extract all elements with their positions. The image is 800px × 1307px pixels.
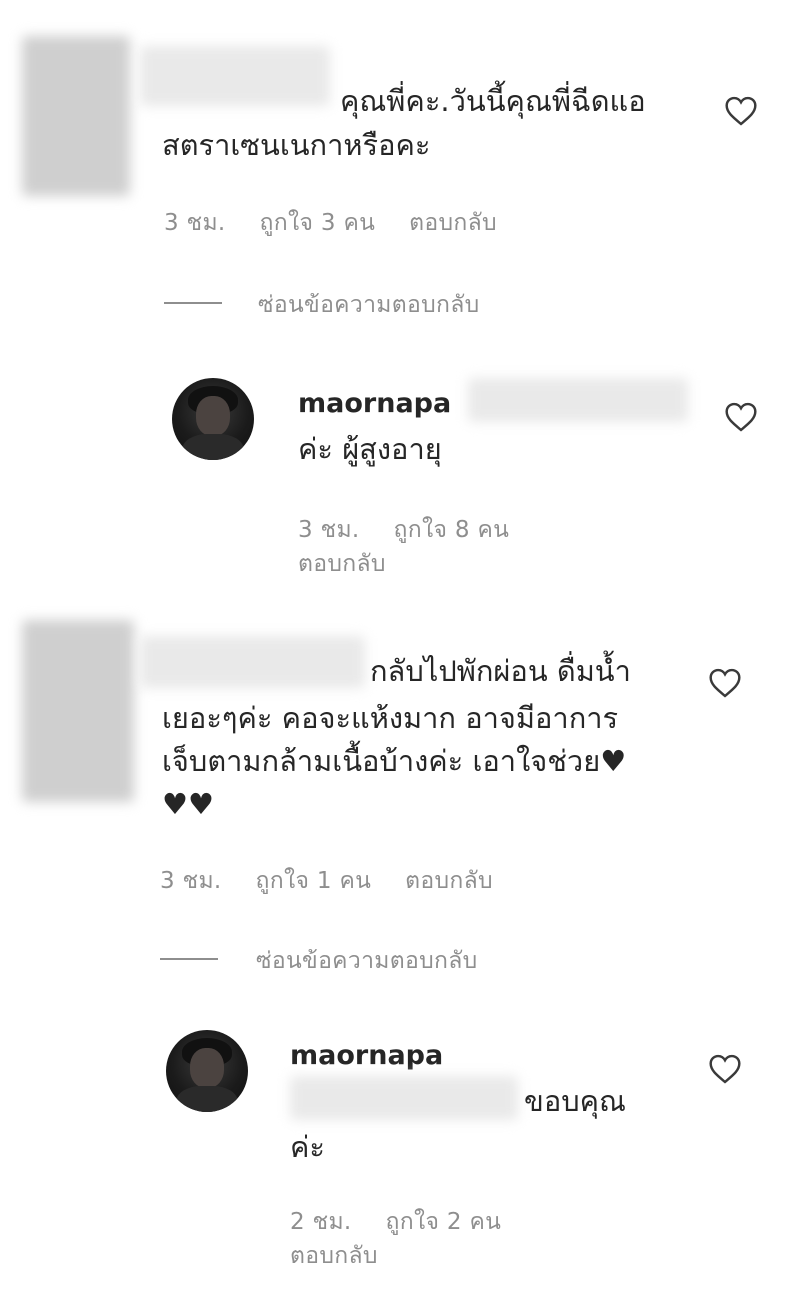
blurred-username: [140, 46, 330, 106]
blurred-mention: [468, 378, 688, 422]
reply-text-line: ค่ะ: [290, 1130, 325, 1164]
reply-username[interactable]: maornapa: [298, 388, 451, 419]
reply-meta: 2 ชม. ถูกใจ 2 คน: [290, 1204, 535, 1240]
comment-meta: 3 ชม. ถูกใจ 1 คน ตอบกลับ: [160, 863, 527, 899]
reply-button[interactable]: ตอบกลับ: [409, 210, 497, 236]
avatar[interactable]: [172, 378, 254, 460]
blurred-avatar: [22, 620, 134, 802]
comment-meta: 3 ชม. ถูกใจ 3 คน ตอบกลับ: [164, 205, 531, 241]
blurred-avatar: [22, 36, 130, 196]
reply-time: 3 ชม.: [298, 517, 360, 543]
blurred-username: [140, 636, 365, 688]
likes-count[interactable]: ถูกใจ 3 คน: [260, 210, 376, 236]
reply-time: 2 ชม.: [290, 1209, 352, 1235]
reply-text-line: ขอบคุณ: [524, 1084, 626, 1118]
reply-button[interactable]: ตอบกลับ: [405, 868, 493, 894]
blurred-mention: [290, 1076, 518, 1120]
likes-count[interactable]: ถูกใจ 1 คน: [256, 868, 372, 894]
likes-count[interactable]: ถูกใจ 8 คน: [394, 517, 510, 543]
comment-text-line: คุณพี่คะ.วันนี้คุณพี่ฉีดแอ: [340, 84, 646, 118]
avatar[interactable]: [166, 1030, 248, 1112]
comment-text-line: กลับไปพักผ่อน ดื่มน้ำ: [370, 654, 631, 688]
heart-outline-icon[interactable]: [724, 96, 758, 126]
comment-time: 3 ชม.: [160, 868, 222, 894]
hide-replies-button[interactable]: ซ่อนข้อความตอบกลับ: [256, 943, 478, 979]
comment-text-line: ♥♥: [162, 787, 214, 821]
hide-replies-line: [164, 302, 222, 304]
heart-outline-icon[interactable]: [708, 668, 742, 698]
reply-username[interactable]: maornapa: [290, 1040, 443, 1071]
comment-time: 3 ชม.: [164, 210, 226, 236]
reply-meta: 3 ชม. ถูกใจ 8 คน: [298, 512, 543, 548]
heart-outline-icon[interactable]: [708, 1054, 742, 1084]
hide-replies-line: [160, 958, 218, 960]
reply-button[interactable]: ตอบกลับ: [298, 546, 386, 582]
comment-text-line: สตราเซนเนกาหรือคะ: [162, 128, 431, 162]
heart-outline-icon[interactable]: [724, 402, 758, 432]
hide-replies-button[interactable]: ซ่อนข้อความตอบกลับ: [258, 287, 480, 323]
reply-text: ค่ะ ผู้สูงอายุ: [298, 432, 442, 466]
likes-count[interactable]: ถูกใจ 2 คน: [386, 1209, 502, 1235]
comment-text-line: เจ็บตามกล้ามเนื้อบ้างค่ะ เอาใจช่วย♥: [162, 744, 627, 778]
reply-button[interactable]: ตอบกลับ: [290, 1238, 378, 1274]
comment-text-line: เยอะๆค่ะ คอจะแห้งมาก อาจมีอาการ: [162, 701, 619, 735]
